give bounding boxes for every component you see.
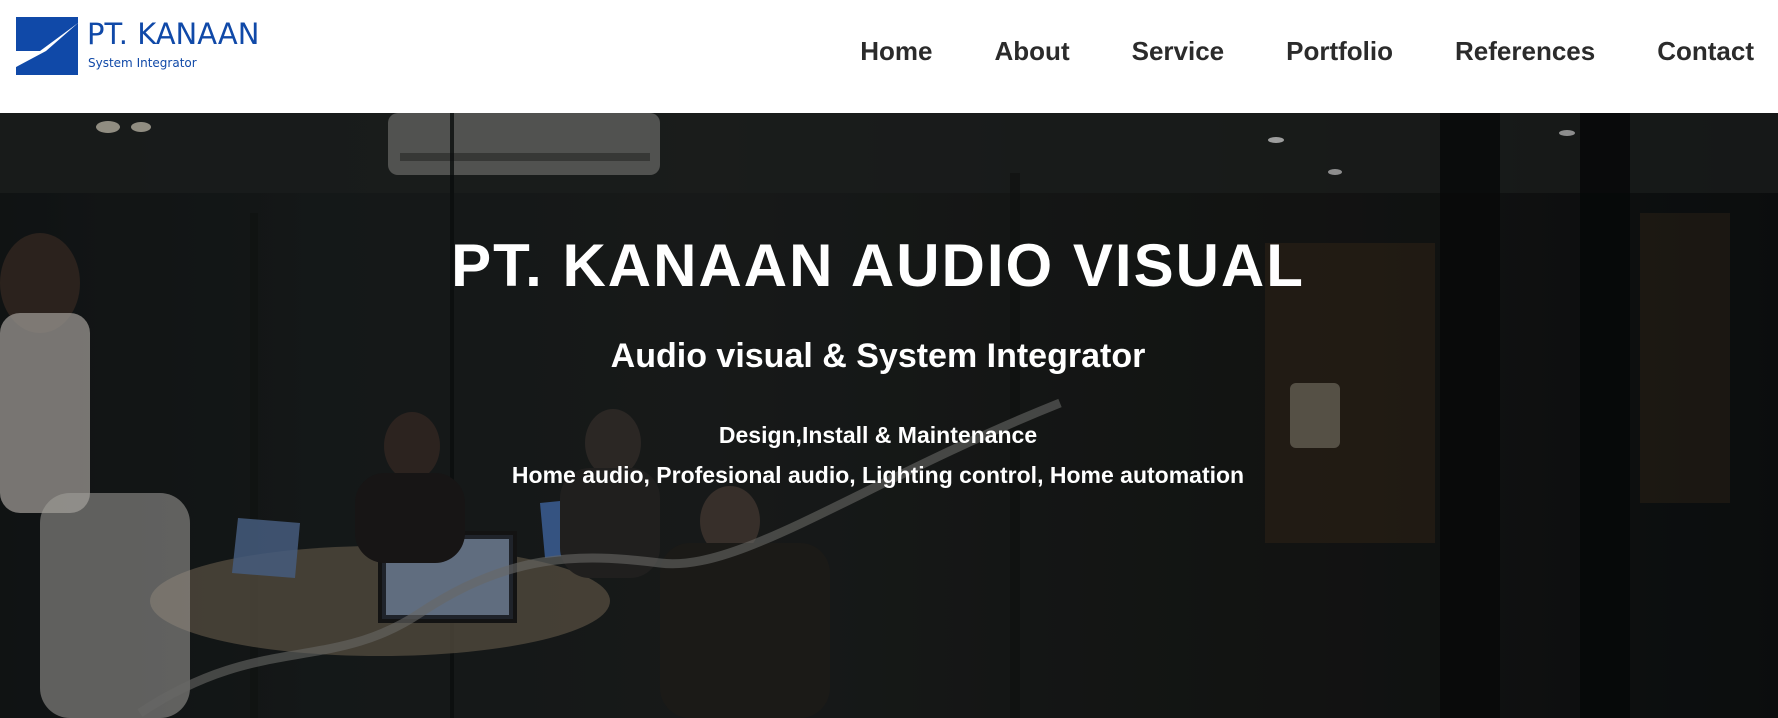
logo-mark-icon	[16, 17, 78, 75]
nav-references[interactable]: References	[1455, 36, 1595, 67]
brand-logo[interactable]: PT. KANAAN System Integrator	[16, 17, 266, 79]
main-nav: Home About Service Portfolio References …	[798, 36, 1754, 67]
hero-specialties-line: Home audio, Profesional audio, Lighting …	[511, 462, 1245, 488]
hero-overlay	[0, 113, 1778, 718]
nav-about[interactable]: About	[995, 36, 1070, 67]
nav-service[interactable]: Service	[1132, 36, 1225, 67]
nav-home[interactable]: Home	[860, 36, 932, 67]
site-header: PT. KANAAN System Integrator Home About …	[0, 0, 1778, 113]
nav-portfolio[interactable]: Portfolio	[1286, 36, 1393, 67]
hero-subtitle: Audio visual & System Integrator	[610, 337, 1146, 375]
hero-services-line: Design,Install & Maintenance	[718, 422, 1038, 448]
nav-contact[interactable]: Contact	[1657, 36, 1754, 67]
brand-name: PT. KANAAN	[87, 17, 260, 51]
hero-title: PT. KANAAN AUDIO VISUAL	[451, 232, 1305, 299]
brand-tagline: System Integrator	[88, 56, 197, 70]
hero-section: PT. KANAAN AUDIO VISUAL Audio visual & S…	[0, 113, 1778, 718]
